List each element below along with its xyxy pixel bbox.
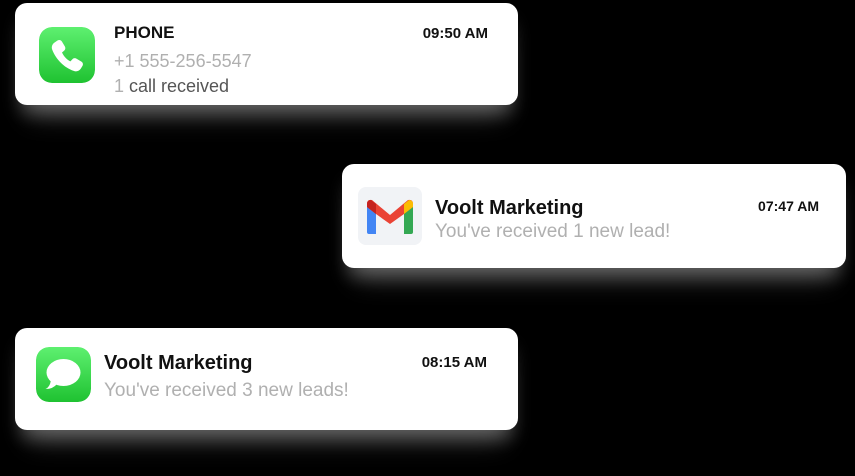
notification-message: You've received 3 new leads! [104, 380, 349, 401]
notification-card-gmail[interactable]: Voolt Marketing 07:47 AM You've received… [342, 164, 846, 268]
notification-title: Voolt Marketing [435, 197, 584, 219]
notification-card-phone[interactable]: PHONE 09:50 AM +1 555-256-5547 1 call re… [15, 3, 518, 105]
notification-time: 07:47 AM [758, 198, 819, 214]
notification-message: You've received 1 new lead! [435, 221, 671, 242]
call-summary: 1 call received [114, 76, 229, 97]
call-count: 1 [114, 76, 125, 96]
notification-time: 09:50 AM [422, 25, 488, 42]
notification-time: 08:15 AM [421, 354, 487, 371]
messages-app-icon [36, 347, 91, 402]
gmail-app-icon [358, 187, 422, 245]
notification-card-messages[interactable]: Voolt Marketing 08:15 AM You've received… [15, 328, 518, 430]
call-summary-text: call received [124, 76, 230, 96]
phone-app-icon [39, 27, 95, 83]
notification-title: Voolt Marketing [104, 352, 253, 374]
caller-phone-number: +1 555-256-5547 [114, 51, 252, 71]
notification-title: PHONE [114, 23, 175, 42]
